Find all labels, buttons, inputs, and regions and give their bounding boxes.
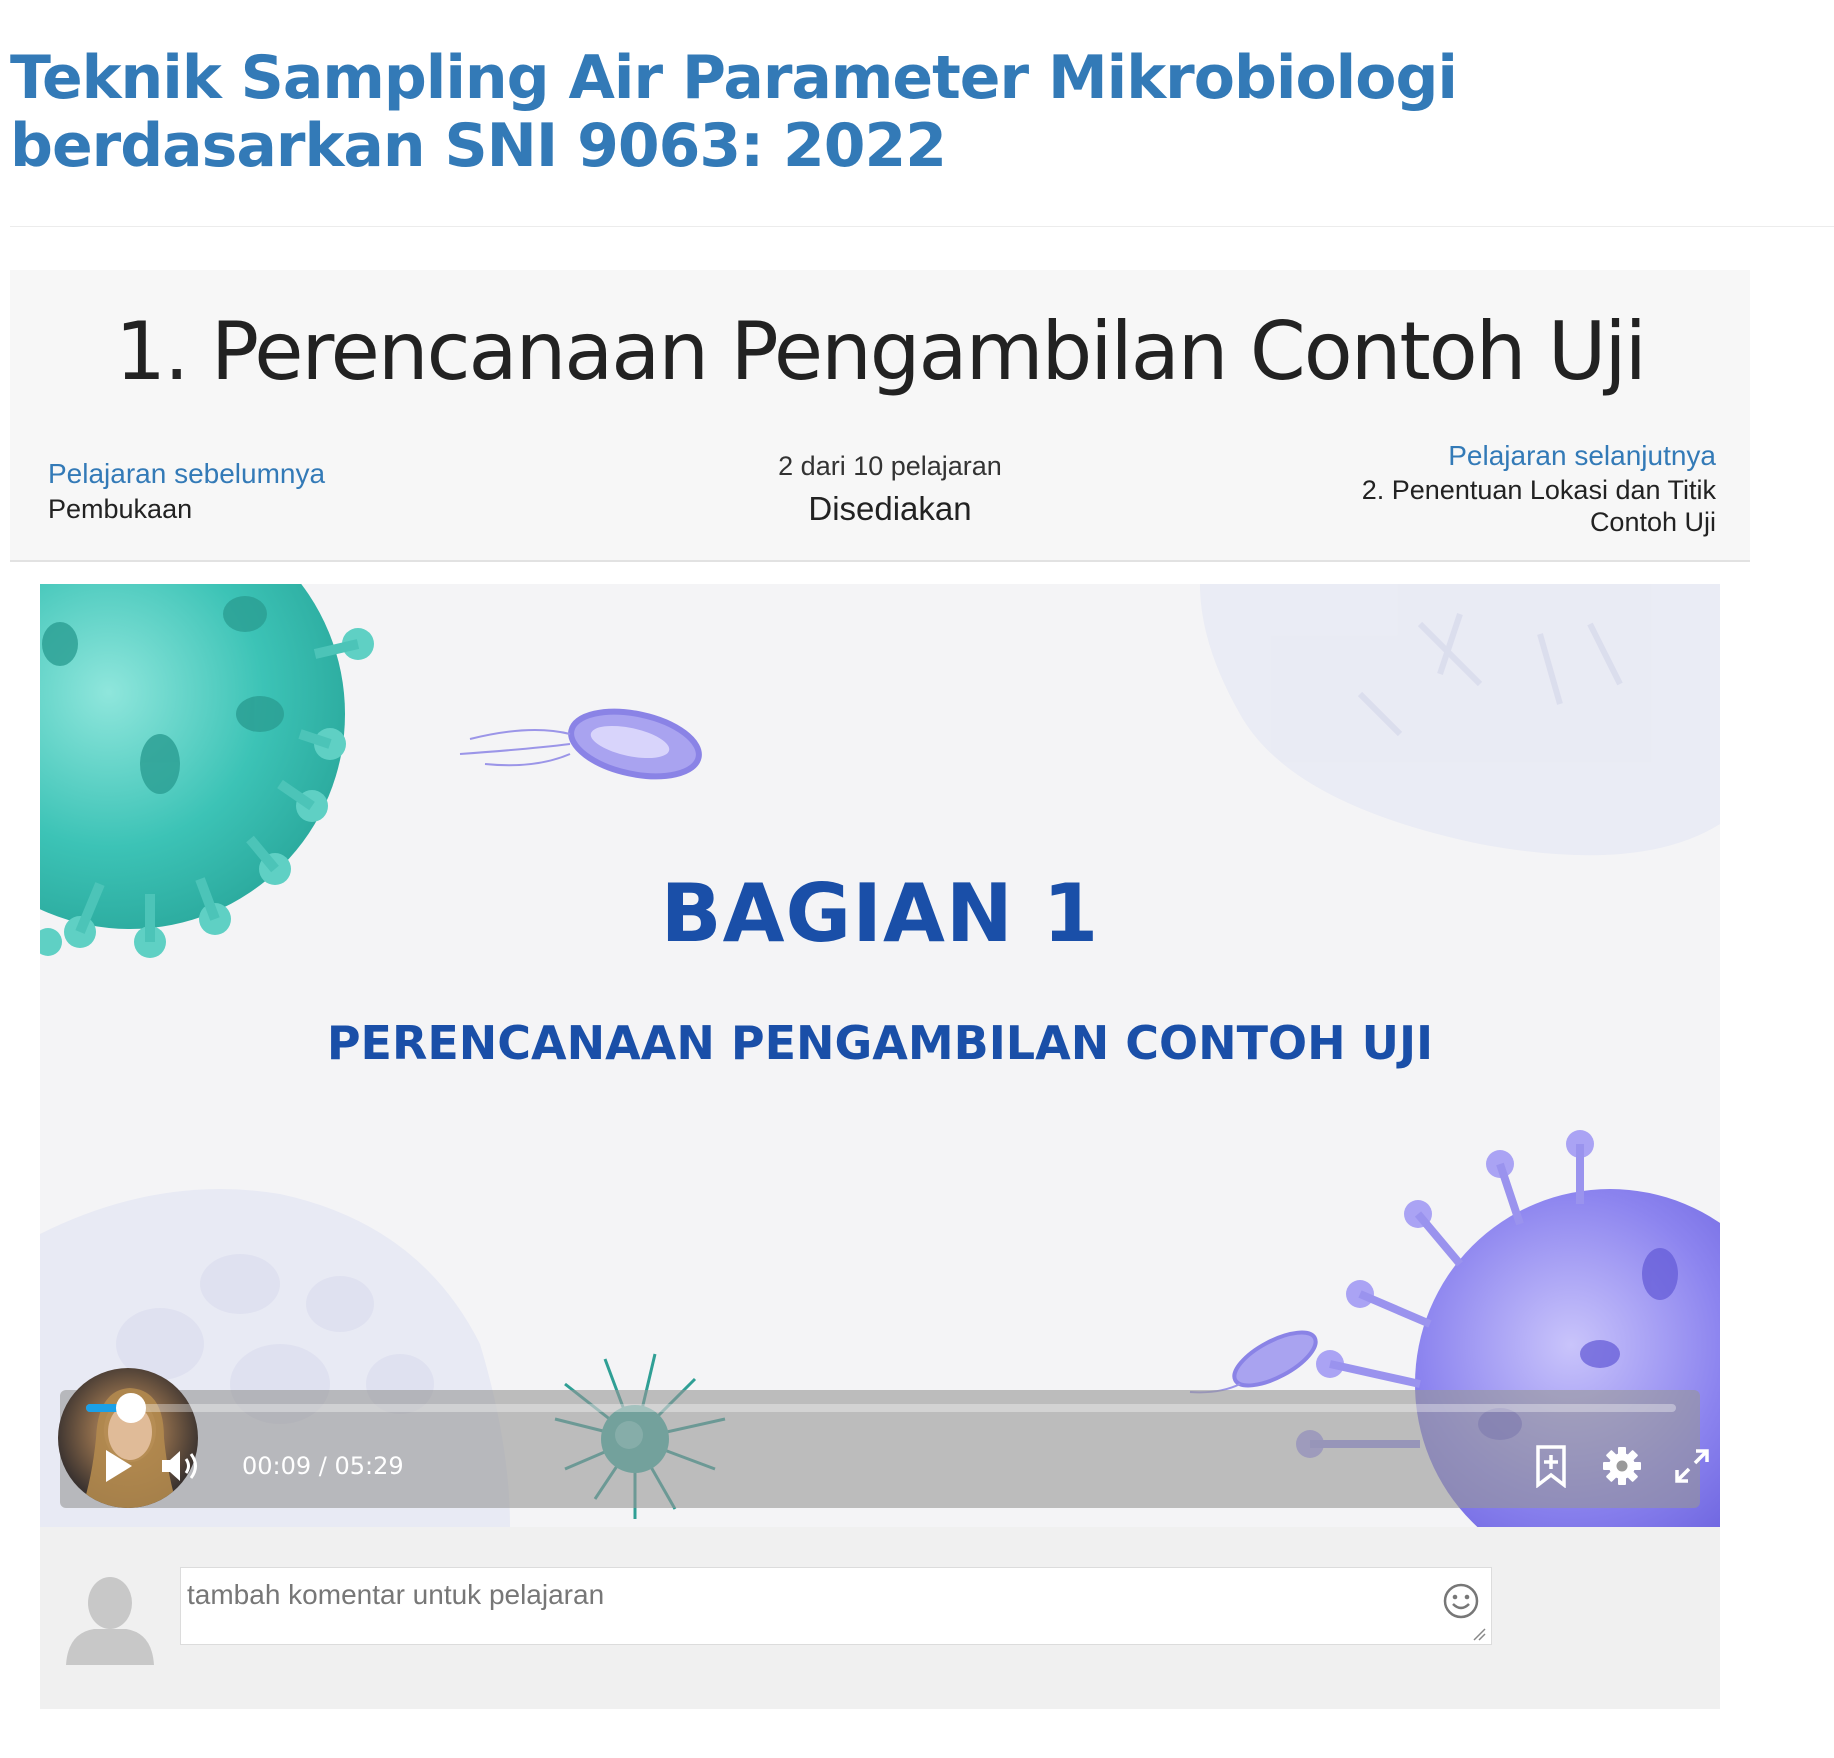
faint-cell-top-right (1200, 584, 1720, 856)
next-lesson-link[interactable]: Pelajaran selanjutnya (1296, 438, 1716, 474)
slide-subheading: PERENCANAAN PENGAMBILAN CONTOH UJI (326, 1016, 1434, 1070)
bacterium-graphic-top (459, 708, 702, 780)
volume-icon[interactable] (160, 1446, 204, 1486)
previous-lesson-nav: Pelajaran sebelumnya Pembukaan (48, 456, 325, 526)
lesson-video-card: BAGIAN 1 PERENCANAAN PENGAMBILAN CONTOH … (40, 584, 1720, 1709)
lesson-progress-info: 2 dari 10 pelajaran Disediakan (530, 446, 1250, 532)
emoji-icon[interactable] (1442, 1582, 1480, 1620)
next-lesson-name: 2. Penentuan Lokasi dan Titik Contoh Uji (1361, 475, 1716, 537)
title-divider (10, 226, 1834, 227)
course-title: Teknik Sampling Air Parameter Mikrobiolo… (10, 43, 1458, 181)
previous-lesson-name: Pembukaan (48, 494, 193, 524)
lesson-header: 1. Perencanaan Pengambilan Contoh Uji Pe… (10, 270, 1750, 562)
previous-lesson-link[interactable]: Pelajaran sebelumnya (48, 456, 325, 492)
presenter-thumbnail (58, 1368, 198, 1508)
gear-icon[interactable] (1602, 1446, 1642, 1486)
play-icon[interactable] (98, 1446, 138, 1486)
next-lesson-nav: Pelajaran selanjutnya 2. Penentuan Lokas… (1296, 438, 1716, 538)
video-progress-knob[interactable] (115, 1393, 146, 1423)
bookmark-add-icon[interactable] (1534, 1444, 1568, 1489)
textarea-resize-handle[interactable] (1472, 1627, 1486, 1641)
fullscreen-icon[interactable] (1674, 1448, 1710, 1484)
video-time: 00:09 / 05:29 (242, 1452, 404, 1480)
video-progress-bar[interactable] (86, 1393, 1676, 1423)
video-player[interactable]: BAGIAN 1 PERENCANAAN PENGAMBILAN CONTOH … (40, 584, 1720, 1527)
slide-heading: BAGIAN 1 (660, 867, 1100, 960)
lesson-title: 1. Perencanaan Pengambilan Contoh Uji (115, 305, 1647, 398)
lesson-count: 2 dari 10 pelajaran (778, 451, 1002, 481)
lesson-status: Disediakan (808, 490, 972, 527)
bacterium-graphic-bottom (1189, 1330, 1318, 1394)
video-controls-bar: 00:09 / 05:29 (58, 1368, 1709, 1508)
comment-input[interactable] (180, 1567, 1492, 1645)
user-avatar-icon (64, 1573, 156, 1665)
comment-section (40, 1527, 1720, 1709)
